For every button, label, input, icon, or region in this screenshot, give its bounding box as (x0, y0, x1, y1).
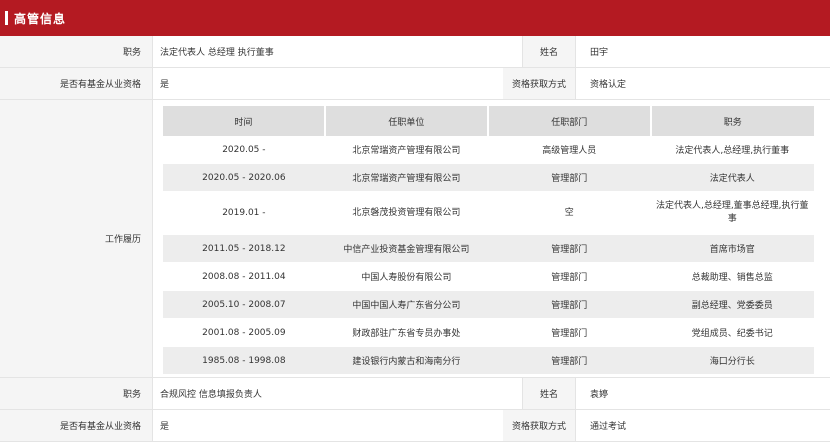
fund-qualification-value: 是 (153, 68, 523, 99)
cell-company: 北京常瑞资产管理有限公司 (324, 136, 489, 164)
table-row: 2019.01 - 北京磐茂投资管理有限公司 空 法定代表人,总经理,董事总经理… (163, 191, 814, 235)
cell-position: 首席市场官 (650, 234, 814, 263)
fund-qualification-label: 是否有基金从业资格 (0, 68, 153, 99)
cell-department: 管理部门 (488, 346, 651, 375)
work-history-container: 时间 任职单位 任职部门 职务 2020.05 - 北京常瑞资产管理有限公司 高… (153, 100, 830, 377)
cell-time: 1985.08 - 1998.08 (163, 346, 325, 375)
cell-company: 北京常瑞资产管理有限公司 (324, 163, 489, 192)
cell-time: 2019.01 - (163, 191, 325, 235)
position-value: 法定代表人 总经理 执行董事 (153, 36, 523, 67)
position-value: 合规风控 信息填报负责人 (153, 378, 523, 409)
cell-company: 财政部驻广东省专员办事处 (324, 318, 489, 347)
column-header-time: 时间 (163, 106, 326, 136)
cell-time: 2008.08 - 2011.04 (163, 262, 325, 291)
cell-department: 管理部门 (488, 262, 651, 291)
cell-time: 2005.10 - 2008.07 (163, 290, 325, 319)
name-label: 姓名 (523, 378, 576, 409)
cell-department: 管理部门 (488, 234, 651, 263)
section-header: 高管信息 (0, 0, 830, 36)
name-value: 田宇 (590, 48, 609, 58)
person2-fund-row: 是否有基金从业资格 是 资格获取方式 通过考试 (0, 410, 830, 442)
table-row: 2020.05 - 2020.06 北京常瑞资产管理有限公司 管理部门 法定代表… (163, 163, 814, 192)
cell-time: 2020.05 - 2020.06 (163, 163, 325, 192)
fund-qualification-label: 是否有基金从业资格 (0, 410, 153, 441)
work-history-table: 时间 任职单位 任职部门 职务 2020.05 - 北京常瑞资产管理有限公司 高… (163, 106, 814, 375)
table-row: 2011.05 - 2018.12 中信产业投资基金管理有限公司 管理部门 首席… (163, 234, 814, 263)
header-accent-bar (5, 11, 8, 25)
cell-time: 2020.05 - (163, 136, 325, 164)
cell-company: 中国中国人寿广东省分公司 (324, 290, 489, 319)
table-row: 2005.10 - 2008.07 中国中国人寿广东省分公司 管理部门 副总经理… (163, 290, 814, 319)
person1-position-row: 职务 法定代表人 总经理 执行董事 姓名 田宇 (0, 36, 830, 68)
cell-position: 党组成员、纪委书记 (650, 318, 814, 347)
cell-company: 建设银行内蒙古和海南分行 (324, 346, 489, 375)
cell-department: 管理部门 (488, 163, 651, 192)
cell-position: 海口分行长 (650, 346, 814, 375)
qualification-method-value: 通过考试 (590, 422, 627, 432)
cell-department: 管理部门 (488, 290, 651, 319)
fund-qualification-value: 是 (153, 410, 523, 441)
table-row: 2008.08 - 2011.04 中国人寿股份有限公司 管理部门 总裁助理、销… (163, 262, 814, 291)
person2-position-row: 职务 合规风控 信息填报负责人 姓名 袁婷 (0, 378, 830, 410)
qualification-method-label: 资格获取方式 (503, 68, 576, 99)
table-row: 1985.08 - 1998.08 建设银行内蒙古和海南分行 管理部门 海口分行… (163, 346, 814, 375)
table-header-row: 时间 任职单位 任职部门 职务 (163, 106, 814, 136)
work-history-row: 工作履历 时间 任职单位 任职部门 职务 2020.05 - 北京常瑞资产管理有… (0, 100, 830, 378)
cell-position: 副总经理、党委委员 (650, 290, 814, 319)
table-row: 2020.05 - 北京常瑞资产管理有限公司 高级管理人员 法定代表人,总经理,… (163, 136, 814, 164)
section-title: 高管信息 (14, 11, 67, 26)
column-header-company: 任职单位 (324, 106, 490, 136)
cell-company: 北京磐茂投资管理有限公司 (324, 191, 489, 235)
cell-department: 管理部门 (488, 318, 651, 347)
cell-time: 2001.08 - 2005.09 (163, 318, 325, 347)
table-row: 2001.08 - 2005.09 财政部驻广东省专员办事处 管理部门 党组成员… (163, 318, 814, 347)
column-header-department: 任职部门 (488, 106, 652, 136)
cell-position: 法定代表人,总经理,执行董事 (650, 136, 814, 164)
name-label: 姓名 (523, 36, 576, 67)
cell-department: 空 (488, 191, 651, 235)
qualification-method-value: 资格认定 (590, 80, 627, 90)
name-value: 袁婷 (590, 390, 609, 400)
cell-department: 高级管理人员 (488, 136, 651, 164)
work-history-label: 工作履历 (0, 100, 153, 377)
cell-time: 2011.05 - 2018.12 (163, 234, 325, 263)
position-label: 职务 (0, 36, 153, 67)
cell-position: 总裁助理、销售总监 (650, 262, 814, 291)
cell-position: 法定代表人 (650, 163, 814, 192)
cell-position: 法定代表人,总经理,董事总经理,执行董事 (650, 191, 814, 235)
qualification-method-label: 资格获取方式 (503, 410, 576, 441)
cell-company: 中信产业投资基金管理有限公司 (324, 234, 489, 263)
cell-company: 中国人寿股份有限公司 (324, 262, 489, 291)
column-header-position: 职务 (650, 106, 814, 136)
position-label: 职务 (0, 378, 153, 409)
person1-fund-row: 是否有基金从业资格 是 资格获取方式 资格认定 (0, 68, 830, 100)
